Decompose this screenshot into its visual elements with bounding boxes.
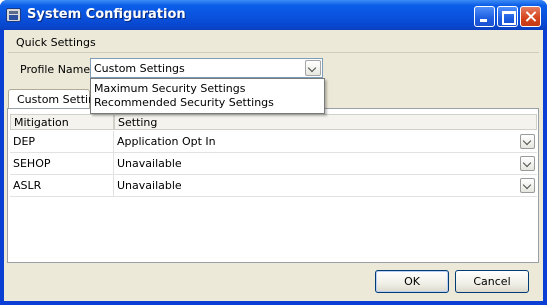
table-row[interactable]: SEHOP Unavailable — [10, 153, 537, 175]
close-button[interactable] — [520, 6, 541, 27]
profile-name-combobox[interactable]: Custom Settings — [90, 58, 323, 78]
app-icon — [6, 8, 21, 22]
group-divider — [8, 52, 539, 53]
dropdown-option-recommended-security[interactable]: Recommended Security Settings — [94, 96, 274, 111]
mitigation-cell: DEP — [13, 135, 36, 148]
tab-custom-settings[interactable]: Custom Setting — [8, 89, 102, 108]
ok-button[interactable]: OK — [375, 270, 449, 293]
table-row[interactable]: DEP Application Opt In — [10, 131, 537, 153]
cell-divider — [113, 131, 114, 153]
window-title: System Configuration — [27, 7, 186, 22]
column-header-setting[interactable]: Setting — [114, 114, 537, 130]
maximize-button[interactable] — [497, 6, 518, 27]
column-header-mitigation[interactable]: Mitigation — [10, 114, 114, 130]
minimize-button[interactable] — [474, 6, 495, 27]
profile-name-value: Custom Settings — [94, 62, 185, 75]
setting-cell: Application Opt In — [117, 135, 216, 148]
chevron-down-icon[interactable] — [520, 156, 535, 171]
dropdown-option-maximum-security[interactable]: Maximum Security Settings — [94, 82, 245, 97]
setting-cell: Unavailable — [117, 179, 182, 192]
chevron-down-icon[interactable] — [520, 134, 535, 149]
quick-settings-label: Quick Settings — [16, 36, 96, 49]
column-header-mitigation-label: Mitigation — [14, 116, 69, 129]
cancel-button[interactable]: Cancel — [455, 270, 529, 293]
profile-name-label: Profile Name — [20, 63, 91, 76]
cell-divider — [113, 175, 114, 197]
setting-cell: Unavailable — [117, 157, 182, 170]
table-row[interactable]: ASLR Unavailable — [10, 175, 537, 197]
dialog-body: Quick Settings Profile Name Custom Setti… — [4, 30, 543, 301]
title-bar[interactable]: System Configuration — [0, 0, 547, 30]
chevron-down-icon[interactable] — [520, 178, 535, 193]
chevron-down-icon[interactable] — [305, 60, 321, 76]
system-configuration-window: System Configuration Quick Settings Prof… — [0, 0, 547, 305]
mitigation-cell: ASLR — [13, 179, 42, 192]
profile-dropdown-list: Maximum Security Settings Recommended Se… — [90, 78, 325, 114]
mitigation-cell: SEHOP — [13, 157, 51, 170]
column-header-setting-label: Setting — [118, 116, 158, 129]
mitigation-table: Mitigation Setting DEP Application Opt I… — [7, 108, 539, 263]
cell-divider — [113, 153, 114, 175]
